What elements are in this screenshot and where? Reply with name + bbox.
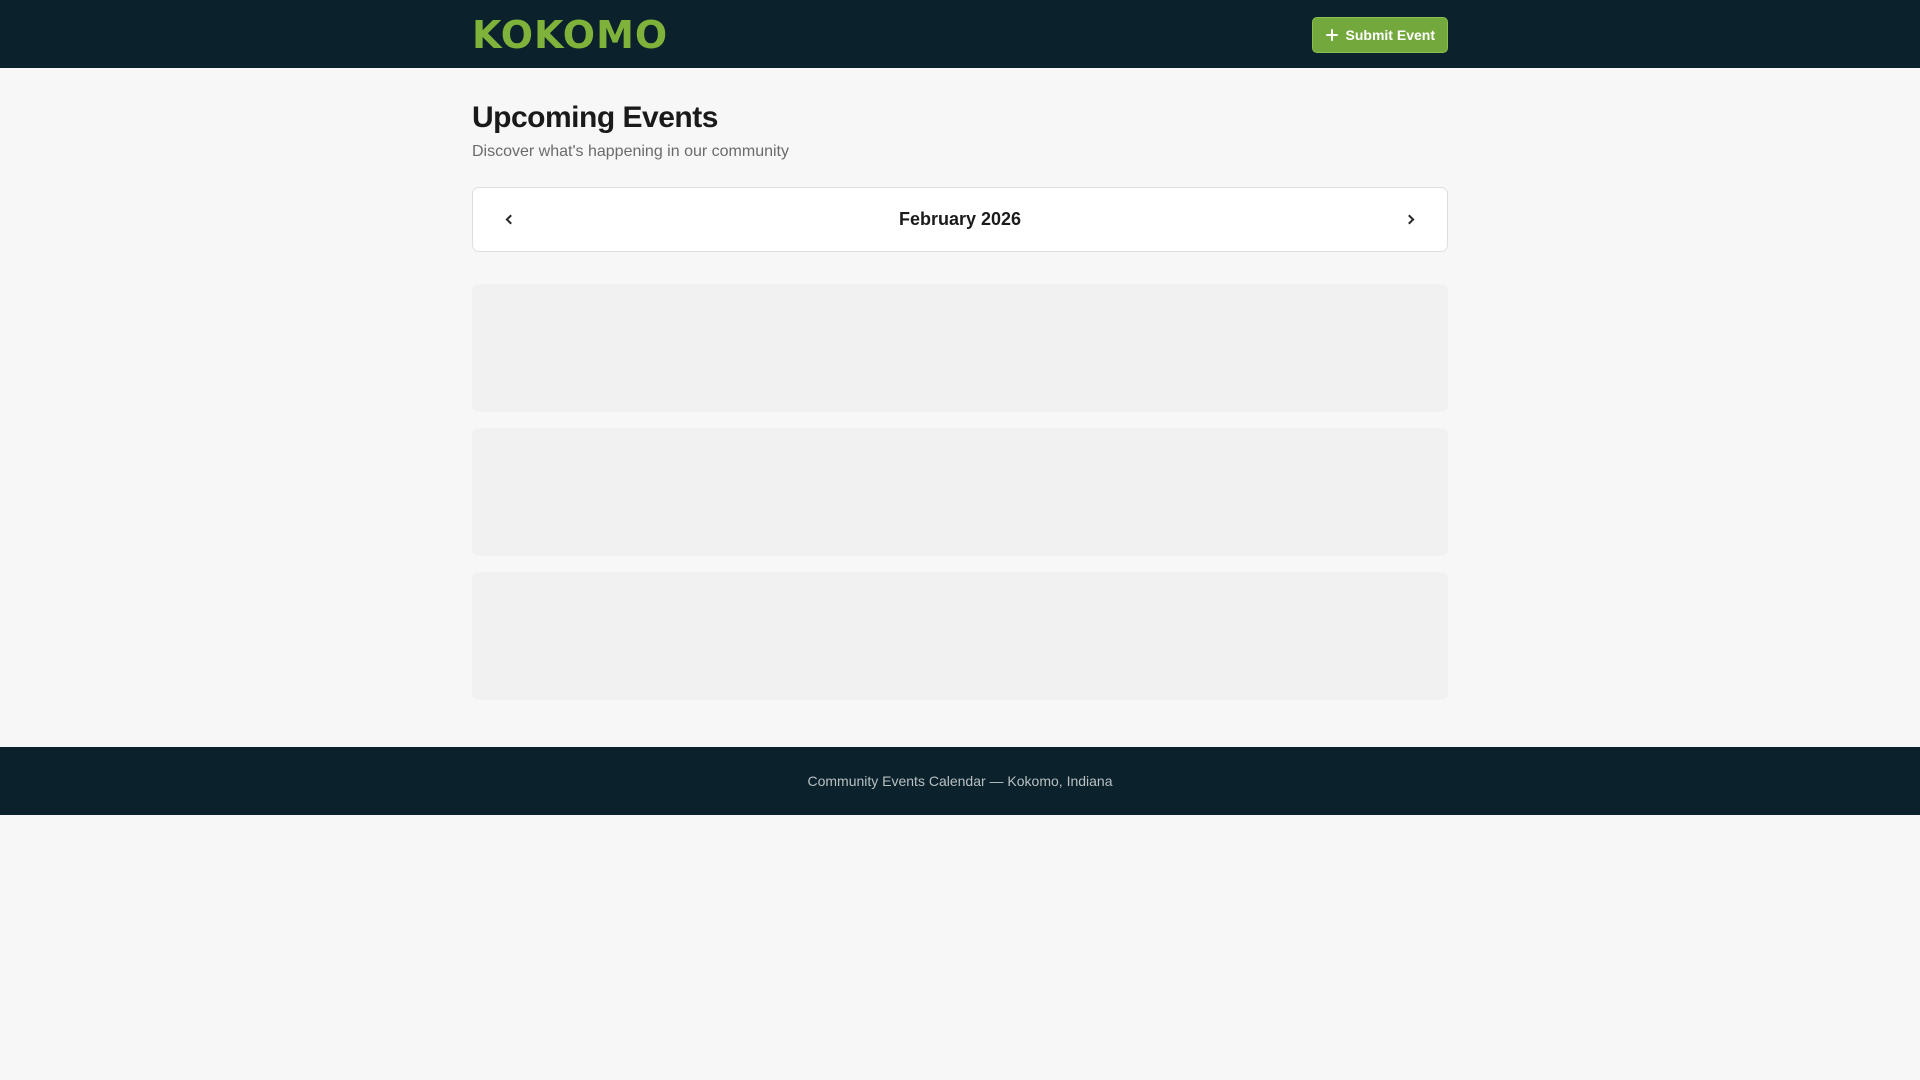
event-card-placeholder	[472, 428, 1448, 556]
month-navigator: February 2026	[472, 187, 1448, 252]
main-content: Upcoming Events Discover what's happenin…	[472, 68, 1448, 747]
site-header: KOKOMO Submit Event	[0, 0, 1920, 68]
brand-logo[interactable]: KOKOMO	[472, 16, 668, 54]
previous-month-button[interactable]	[495, 206, 523, 234]
month-label: February 2026	[898, 209, 1022, 229]
event-card-placeholder	[472, 572, 1448, 700]
event-card-placeholder	[472, 284, 1448, 412]
footer-text: Community Events Calendar — Kokomo, Indi…	[807, 773, 1113, 789]
chevron-right-icon	[1404, 214, 1415, 225]
page-title: Upcoming Events	[472, 101, 718, 134]
plus-icon	[1325, 28, 1338, 41]
site-footer: Community Events Calendar — Kokomo, Indi…	[0, 747, 1920, 815]
header-inner: KOKOMO Submit Event	[472, 0, 1448, 68]
event-list-loading	[472, 284, 1448, 700]
page-subtitle: Discover what's happening in our communi…	[472, 143, 789, 160]
next-month-button[interactable]	[1397, 206, 1425, 234]
submit-event-button[interactable]: Submit Event	[1311, 16, 1448, 53]
submit-event-label: Submit Event	[1345, 26, 1435, 43]
chevron-left-icon	[505, 214, 516, 225]
